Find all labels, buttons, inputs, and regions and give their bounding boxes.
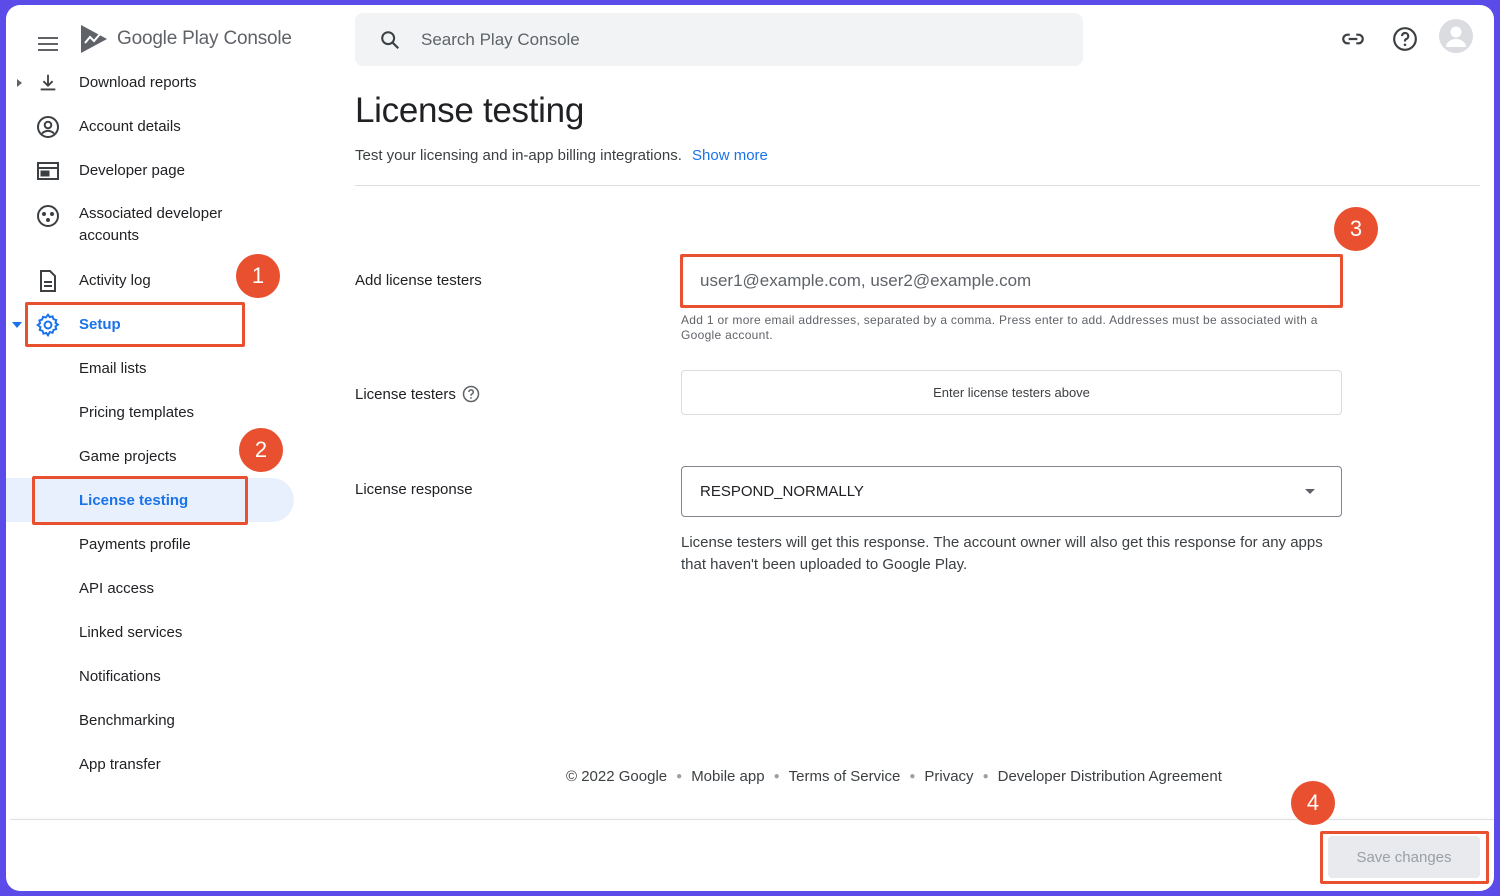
avatar[interactable] [1439,19,1473,53]
footer-link-dda[interactable]: Developer Distribution Agreement [998,768,1222,785]
sidebar-item-label: Account details [79,118,181,135]
logo-text: Google Play Console [117,28,292,49]
annotation-badge-2: 2 [239,428,283,472]
sidebar-item-label: App transfer [79,756,161,773]
add-testers-label: Add license testers [355,272,482,289]
footer-link-terms[interactable]: Terms of Service [789,768,901,785]
show-more-link[interactable]: Show more [692,147,768,164]
page-title: License testing [355,91,584,130]
sidebar-item-email-lists[interactable]: Email lists [6,357,296,381]
sidebar-item-label: Pricing templates [79,404,195,421]
sidebar-item-api-access[interactable]: API access [6,577,296,601]
expand-arrow-icon[interactable] [14,78,24,88]
play-console-logo[interactable]: Google Play Console [79,21,292,57]
dropdown-arrow-icon [1305,489,1315,494]
sidebar-item-label: Associated developer accounts [79,205,223,244]
annotation-highlight-email-field [680,254,1343,308]
sidebar-item-label: API access [79,580,155,597]
app-window: Google Play Console Download reports Acc… [6,5,1494,891]
license-response-select[interactable]: RESPOND_NORMALLY [681,466,1342,517]
separator-dot: ● [773,771,780,782]
sidebar-item-label: Linked services [79,624,183,641]
linked-accounts-icon [35,203,61,229]
page-description: Test your licensing and in-app billing i… [355,147,768,164]
sidebar-item-label: Payments profile [79,536,191,553]
separator-dot: ● [982,771,989,782]
play-console-logo-icon [81,25,107,53]
search-input[interactable] [421,29,1021,50]
separator-dot: ● [909,771,916,782]
annotation-badge-1: 1 [236,254,280,298]
help-outline-icon[interactable] [462,385,480,403]
sidebar-item-payments-profile[interactable]: Payments profile [6,533,296,557]
sidebar-item-notifications[interactable]: Notifications [6,665,296,689]
sidebar-item-pricing-templates[interactable]: Pricing templates [6,401,296,425]
footer-link-mobile-app[interactable]: Mobile app [691,768,764,785]
hamburger-menu-icon[interactable] [36,33,60,57]
annotation-badge-4: 4 [1291,781,1335,825]
email-helper-text: Add 1 or more email addresses, separated… [681,313,1318,342]
sidebar-item-developer-page[interactable]: Developer page [6,159,296,183]
copyright-text: © 2022 Google [566,768,668,785]
sidebar-item-label: Email lists [79,360,147,377]
annotation-highlight-license-testing [32,476,248,525]
web-page-icon [35,158,61,184]
sidebar-item-label: Developer page [79,162,185,179]
empty-testers-text: Enter license testers above [933,385,1090,400]
account-circle-icon [35,114,61,140]
sidebar-item-associated-accounts[interactable]: Associated developer accounts [6,203,296,251]
sidebar-item-app-transfer[interactable]: App transfer [6,753,296,777]
annotation-badge-3: 3 [1334,207,1378,251]
footer-link-privacy[interactable]: Privacy [924,768,973,785]
search-bar[interactable] [355,13,1083,66]
separator-dot: ● [676,771,683,782]
sidebar-item-label: Download reports [79,74,197,91]
link-icon[interactable] [1339,25,1367,53]
description-text: Test your licensing and in-app billing i… [355,147,682,164]
sidebar-item-benchmarking[interactable]: Benchmarking [6,709,296,733]
divider [355,185,1480,186]
sidebar-item-label: Notifications [79,668,161,685]
bottom-action-bar-divider [10,819,1494,820]
collapse-arrow-icon[interactable] [12,320,22,330]
document-icon [35,268,61,294]
license-testers-label: License testers [355,385,480,403]
license-testers-list: Enter license testers above [681,370,1342,415]
sidebar-item-label: Benchmarking [79,712,175,729]
sidebar-item-account-details[interactable]: Account details [6,115,296,139]
sidebar-item-download-reports[interactable]: Download reports [6,71,296,95]
license-response-label: License response [355,481,473,498]
footer: © 2022 Google ● Mobile app ● Terms of Se… [566,768,1222,785]
license-testers-label-text: License testers [355,385,456,403]
annotation-highlight-save [1320,831,1489,884]
search-icon [381,30,400,49]
annotation-highlight-setup [25,302,245,347]
sidebar-item-label: Activity log [79,272,151,289]
sidebar-item-linked-services[interactable]: Linked services [6,621,296,645]
person-icon [1446,26,1466,47]
download-icon [35,70,61,96]
response-help-text: License testers will get this response. … [681,534,1323,573]
help-icon[interactable] [1391,25,1419,53]
license-response-value: RESPOND_NORMALLY [700,483,864,500]
sidebar-item-label: Game projects [79,448,177,465]
